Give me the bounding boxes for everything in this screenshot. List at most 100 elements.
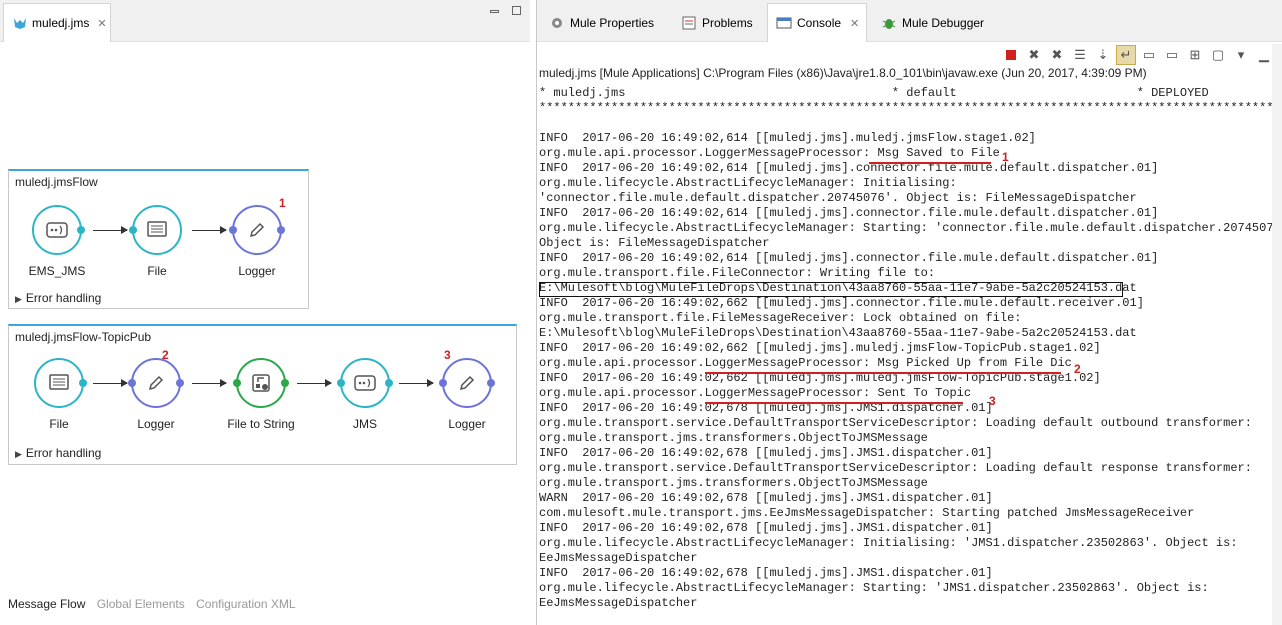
tab-label: Console	[797, 16, 842, 30]
show-console-icon[interactable]: ▭	[1139, 45, 1159, 65]
maximize-icon[interactable]	[512, 6, 521, 15]
flow-item-label: Logger	[448, 417, 486, 431]
annotation-box	[539, 282, 1123, 297]
flow-item-ems-jms[interactable]: EMS_JMS	[12, 205, 102, 278]
expand-triangle-icon: ▶	[15, 294, 22, 304]
flow-item-label: EMS_JMS	[28, 264, 86, 278]
annotation-marker: 2	[1074, 362, 1081, 376]
scroll-lock-icon[interactable]: ⇣	[1093, 45, 1113, 65]
console-line: com.mulesoft.mule.transport.jms.EeJmsMes…	[539, 506, 1195, 520]
console-line: INFO 2017-06-20 16:49:02,662 [[muledj.jm…	[539, 341, 1101, 355]
flow-title: muledj.jmsFlow	[15, 175, 98, 189]
logger-icon	[229, 205, 285, 255]
console-line: org.mule.transport.service.DefaultTransp…	[539, 416, 1252, 430]
console-line: * muledj.jms * default * DEPLOYED *	[539, 86, 1279, 100]
annotation-underline	[705, 372, 1061, 374]
close-icon[interactable]: ✕	[97, 17, 106, 30]
annotation-marker: 1	[279, 196, 286, 210]
console-line: org.mule.transport.jms.transformers.Obje…	[539, 431, 928, 445]
error-handling-toggle[interactable]: ▶ Error handling	[15, 446, 101, 460]
flow-item-jms[interactable]: JMS	[320, 358, 410, 431]
tab-label: Mule Debugger	[902, 15, 985, 30]
editor-tab-label: muledj.jms	[32, 16, 90, 30]
flow-item-label: File to String	[227, 417, 295, 431]
remove-all-launches-icon[interactable]: ✖	[1047, 45, 1067, 65]
console-panel: Mule Properties Problems Console ✕ Mule …	[536, 0, 1282, 625]
minimize-icon[interactable]	[490, 6, 499, 13]
console-line: org.mule.api.processor.LoggerMessageProc…	[539, 356, 1072, 370]
problems-icon	[681, 15, 697, 31]
show-error-console-icon[interactable]: ▭	[1162, 45, 1182, 65]
chevron-down-icon[interactable]: ▾	[1231, 45, 1251, 65]
pin-console-icon[interactable]: ⊞	[1185, 45, 1205, 65]
mule-project-icon	[12, 15, 28, 31]
close-icon[interactable]: ✕	[850, 17, 859, 30]
terminate-icon[interactable]	[1001, 45, 1021, 65]
console-line: org.mule.transport.jms.transformers.Obje…	[539, 476, 928, 490]
editor-tab-bar: muledj.jms ✕	[0, 0, 530, 42]
tab-configuration-xml[interactable]: Configuration XML	[196, 597, 295, 611]
flow-muledj-jmsflow-topicpub[interactable]: muledj.jmsFlow-TopicPub File Logger 2 Fi…	[8, 324, 517, 465]
expand-triangle-icon: ▶	[15, 449, 22, 459]
flow-item-label: Logger	[238, 264, 276, 278]
jms-endpoint-icon	[32, 205, 85, 255]
console-line: org.mule.api.processor.LoggerMessageProc…	[539, 386, 972, 400]
file-endpoint-icon	[129, 205, 182, 255]
logger-icon	[128, 358, 184, 408]
console-line: org.mule.lifecycle.AbstractLifecycleMana…	[539, 536, 1238, 550]
console-line: WARN 2017-06-20 16:49:02,678 [[muledj.jm…	[539, 491, 993, 505]
console-line	[539, 116, 1279, 131]
console-output[interactable]: * muledj.jms * default * DEPLOYED * *****…	[539, 86, 1279, 625]
console-toolbar: ✖ ✖ ☰ ⇣ ↵ ▭ ▭ ⊞ ▢ ▾ ▁ □	[1001, 44, 1282, 66]
editor-tab-muledj[interactable]: muledj.jms ✕	[3, 3, 111, 42]
console-line: EeJmsMessageDispatcher	[539, 596, 698, 610]
flow-item-label: Logger	[137, 417, 175, 431]
console-line: INFO 2017-06-20 16:49:02,614 [[muledj.jm…	[539, 131, 1036, 145]
flow-item-logger[interactable]: Logger	[422, 358, 512, 431]
flow-item-file-to-string[interactable]: File to String	[216, 358, 306, 431]
flow-item-logger[interactable]: Logger	[111, 358, 201, 431]
flow-item-file[interactable]: File	[14, 358, 104, 431]
tab-label: Problems	[702, 15, 753, 30]
gear-icon	[549, 15, 565, 31]
console-scrollbar[interactable]	[1272, 44, 1282, 625]
flow-item-label: File	[49, 417, 69, 431]
annotation-underline	[705, 402, 963, 404]
view-tab-bar: Mule Properties Problems Console ✕ Mule …	[537, 0, 1282, 42]
tab-problems[interactable]: Problems	[673, 3, 761, 42]
tab-label: Mule Properties	[570, 15, 655, 30]
flow-title: muledj.jmsFlow-TopicPub	[15, 330, 152, 344]
flow-editor: muledj.jms ✕ muledj.jmsFlow EMS_JMS File	[0, 0, 530, 625]
console-line: org.mule.lifecycle.AbstractLifecycleMana…	[539, 221, 1279, 235]
file-endpoint-icon	[34, 358, 87, 408]
console-line: EeJmsMessageDispatcher	[539, 551, 698, 565]
remove-launch-icon[interactable]: ✖	[1024, 45, 1044, 65]
console-line: org.mule.transport.file.FileMessageRecei…	[539, 311, 1022, 325]
flow-muledj-jmsflow[interactable]: muledj.jmsFlow EMS_JMS File Logger 1 ▶ E…	[8, 169, 309, 309]
console-line: INFO 2017-06-20 16:49:02,678 [[muledj.jm…	[539, 521, 993, 535]
console-process-label: muledj.jms [Mule Applications] C:\Progra…	[539, 66, 1147, 80]
annotation-underline	[869, 162, 991, 164]
tab-mule-properties[interactable]: Mule Properties	[541, 3, 665, 42]
tab-mule-debugger[interactable]: Mule Debugger	[873, 3, 985, 42]
logger-icon	[439, 358, 495, 408]
transformer-icon	[233, 358, 289, 408]
word-wrap-icon[interactable]: ↵	[1116, 45, 1136, 65]
display-console-icon[interactable]: ▢	[1208, 45, 1228, 65]
console-line: INFO 2017-06-20 16:49:02,678 [[muledj.jm…	[539, 566, 993, 580]
console-line: org.mule.transport.file.FileConnector: W…	[539, 266, 936, 280]
tab-console[interactable]: Console ✕	[767, 3, 867, 42]
tab-global-elements[interactable]: Global Elements	[97, 597, 185, 611]
flow-item-logger[interactable]: Logger	[212, 205, 302, 278]
error-handling-label: Error handling	[25, 291, 102, 305]
tab-message-flow[interactable]: Message Flow	[8, 597, 85, 611]
minimize-icon[interactable]: ▁	[1254, 45, 1274, 65]
error-handling-label: Error handling	[25, 446, 102, 460]
console-line: org.mule.api.processor.LoggerMessageProc…	[539, 146, 1000, 160]
bug-icon	[881, 15, 897, 31]
clear-console-icon[interactable]: ☰	[1070, 45, 1090, 65]
console-line: 'connector.file.mule.default.dispatcher.…	[539, 191, 1137, 205]
flow-item-file[interactable]: File	[112, 205, 202, 278]
console-line: INFO 2017-06-20 16:49:02,614 [[muledj.jm…	[539, 206, 1159, 220]
error-handling-toggle[interactable]: ▶ Error handling	[15, 291, 101, 305]
